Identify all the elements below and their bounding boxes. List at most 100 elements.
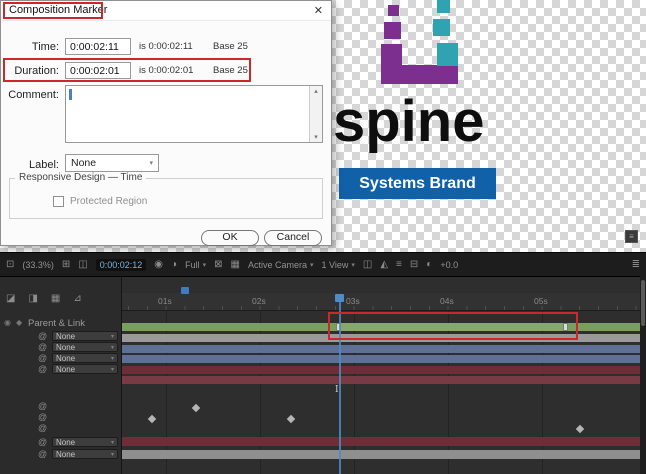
layer-bar-blue[interactable] (122, 345, 640, 353)
pick-whip-icon[interactable]: @ (38, 401, 47, 411)
timeline-scrollbar[interactable] (640, 276, 646, 474)
comment-textarea[interactable]: ▴ ▾ (65, 85, 323, 143)
keyframe-diamond[interactable] (148, 415, 156, 423)
layer-bar-gray[interactable] (122, 334, 640, 342)
shy-layers-icon[interactable]: ◪ (6, 293, 15, 304)
3d-view-dropdown[interactable]: Active Camera ▾ (248, 260, 314, 270)
pick-whip-icon[interactable]: @ (38, 353, 47, 363)
time-label: Time: (1, 41, 59, 53)
layer-bar-blue[interactable] (122, 355, 640, 363)
current-time-indicator-line[interactable] (339, 302, 341, 474)
pixel-aspect-icon[interactable]: ◫ (363, 259, 372, 270)
chevron-down-icon: ▾ (149, 159, 153, 167)
chevron-down-icon: ▾ (111, 355, 114, 362)
scroll-down-icon[interactable]: ▾ (310, 133, 322, 141)
pick-whip-icon[interactable]: @ (38, 437, 47, 447)
frame-blending-icon[interactable]: ◨ (28, 293, 37, 304)
flowchart-icon[interactable]: ⊟ (410, 259, 418, 270)
time-ruler[interactable]: 01s 02s 03s 04s 05s (122, 293, 640, 311)
parent-dropdown[interactable]: None ▾ (52, 364, 118, 374)
marker-end-flag[interactable] (563, 323, 568, 331)
keyframe-diamond[interactable] (576, 425, 584, 433)
keyframe-diamond[interactable] (192, 404, 200, 412)
label-dropdown-value: None (71, 157, 96, 169)
layer-bar-maroon[interactable] (122, 437, 640, 446)
composition-marker-span[interactable] (336, 323, 568, 331)
timeline-option-icons: ◪ ◨ ▦ ⊿ (6, 293, 82, 304)
close-icon[interactable]: ✕ (314, 4, 323, 17)
comment-scrollbar[interactable]: ▴ ▾ (309, 86, 322, 142)
motion-blur-icon[interactable]: ▦ (51, 293, 60, 304)
label-label: Label: (1, 159, 59, 171)
pick-whip-icon[interactable]: @ (38, 342, 47, 352)
timeline-button-icon[interactable]: ≡ (396, 259, 402, 270)
duration-input[interactable]: 0:00:02:01 (65, 62, 131, 79)
grid-options-icon[interactable]: ⊞ (62, 259, 70, 270)
logo-pixel-square (437, 0, 450, 13)
snapshot-icon[interactable]: ◉ (154, 259, 163, 270)
composition-marker-dialog: Composition Marker ✕ Time: 0:00:02:11 is… (0, 0, 332, 246)
timeline-track-area: 01s 02s 03s 04s 05s I (122, 276, 640, 474)
scrollbar-thumb[interactable] (641, 280, 645, 326)
fast-preview-icon[interactable]: ◭ (380, 259, 388, 270)
parent-dropdown[interactable]: None ▾ (52, 331, 118, 341)
parent-dropdown[interactable]: None ▾ (52, 342, 118, 352)
protected-region-label: Protected Region (70, 196, 147, 207)
layer-bar-gray[interactable] (122, 450, 640, 459)
magnification-icon[interactable]: ⊡ (6, 259, 14, 270)
time-info: is 0:00:02:11 (139, 41, 193, 52)
parent-value: None (56, 332, 75, 341)
ok-button[interactable]: OK (201, 230, 259, 246)
magnification-value[interactable]: (33.3%) (22, 260, 54, 270)
cancel-button[interactable]: Cancel (264, 230, 322, 246)
parent-dropdown[interactable]: None ▾ (52, 353, 118, 363)
exposure-icon[interactable]: ◐ (426, 259, 432, 270)
logo-pixel-square (384, 22, 401, 39)
comp-panel-toolbar: ⊡ (33.3%) ⊞ ◫ 0:00:02:12 ◉ ◑ Full ▾ ⊠ ▦ … (0, 252, 646, 276)
layer-row: @ None ▾ (0, 342, 122, 353)
layer-row: @ None ▾ (0, 437, 122, 448)
parent-value: None (56, 343, 75, 352)
chevron-down-icon: ▾ (111, 366, 114, 373)
pick-whip-icon[interactable]: @ (38, 412, 47, 422)
dialog-titlebar[interactable]: Composition Marker ✕ (1, 1, 331, 21)
chevron-down-icon: ▾ (111, 333, 114, 340)
pick-whip-icon[interactable]: @ (38, 423, 47, 433)
region-of-interest-icon[interactable]: ⊠ (214, 259, 222, 270)
parent-dropdown[interactable]: None ▾ (52, 437, 118, 447)
3d-view-value: Active Camera (248, 260, 307, 270)
layer-bar-maroon[interactable] (122, 366, 640, 374)
ruler-label: 02s (252, 296, 266, 306)
resolution-dropdown[interactable]: Full ▾ (185, 260, 206, 270)
ruler-label: 04s (440, 296, 454, 306)
label-dropdown[interactable]: None ▾ (65, 154, 159, 172)
text-ibeam-cursor: I (335, 385, 339, 395)
time-input[interactable]: 0:00:02:11 (65, 38, 131, 55)
keyframe-diamond[interactable] (287, 415, 295, 423)
scroll-up-icon[interactable]: ▴ (310, 87, 322, 95)
logo-banner-text: Systems Brand (359, 175, 476, 193)
mask-visibility-icon[interactable]: ◫ (78, 259, 87, 270)
ruler-label: 05s (534, 296, 548, 306)
view-layout-dropdown[interactable]: 1 View ▾ (322, 260, 355, 270)
pick-whip-icon[interactable]: @ (38, 331, 47, 341)
show-channel-icon[interactable]: ◑ (171, 259, 177, 270)
panel-menu-icon[interactable]: ≣ (632, 259, 640, 270)
chevron-down-icon: ▾ (351, 261, 355, 269)
transparency-grid-icon[interactable]: ▦ (231, 259, 240, 270)
current-time-indicator-handle[interactable] (335, 294, 344, 302)
layer-bar-maroon[interactable] (122, 376, 640, 384)
exposure-value[interactable]: +0.0 (440, 260, 458, 270)
pick-whip-icon[interactable]: @ (38, 449, 47, 459)
parent-value: None (56, 450, 75, 459)
graph-editor-icon[interactable]: ⊿ (73, 293, 81, 304)
panel-corner-icon[interactable]: ≡ (625, 230, 638, 243)
current-time-display[interactable]: 0:00:02:12 (96, 259, 147, 271)
protected-region-checkbox[interactable] (53, 196, 64, 207)
ruler-label: 03s (346, 296, 360, 306)
ruler-marker[interactable] (181, 287, 189, 294)
chevron-down-icon: ▾ (111, 439, 114, 446)
av-column-icon: ◉ (4, 318, 11, 327)
parent-dropdown[interactable]: None ▾ (52, 449, 118, 459)
pick-whip-icon[interactable]: @ (38, 364, 47, 374)
